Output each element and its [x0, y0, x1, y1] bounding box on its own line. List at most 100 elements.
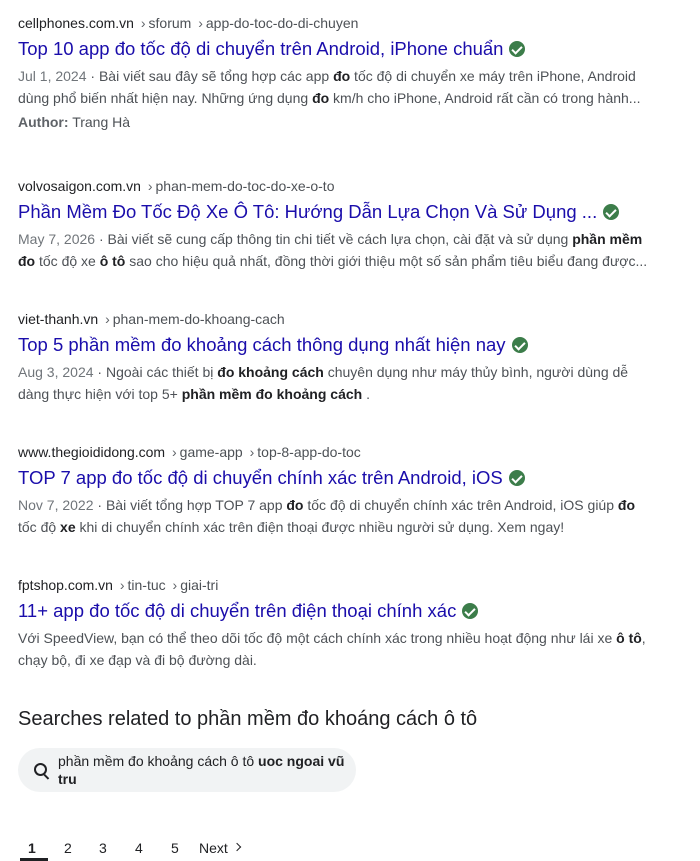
next-page-link[interactable]: Next: [199, 840, 228, 856]
snippet-line: Jul 1, 2024 · Bài viết sau đây sẽ tổng h…: [18, 65, 688, 87]
snippet-text-run: tốc độ di chuyển xe máy trên iPhone, And…: [350, 68, 636, 84]
result-snippet: Với SpeedView, bạn có thể theo dõi tốc đ…: [18, 627, 688, 671]
snippet-text-run: Bài viết tổng hợp TOP 7 app: [105, 497, 287, 513]
breadcrumb-separator: ›: [119, 577, 125, 593]
result-snippet: Jul 1, 2024 · Bài viết sau đây sẽ tổng h…: [18, 65, 688, 109]
breadcrumb-separator: ›: [172, 577, 178, 593]
result-domain: fptshop.com.vn: [18, 577, 113, 593]
result-breadcrumb[interactable]: volvosaigon.com.vn › phan-mem-do-toc-do-x…: [18, 177, 690, 195]
author-label: Author:: [18, 114, 69, 130]
result-breadcrumb[interactable]: viet-thanh.vn › phan-mem-do-khoang-cach: [18, 310, 690, 328]
related-search-text: phần mềm đo khoảng cách ô tô uoc ngoai v…: [58, 752, 348, 788]
result-snippet: Aug 3, 2024 · Ngoài các thiết bị đo khoả…: [18, 361, 688, 405]
result-snippet: May 7, 2026 · Bài viết sẽ cung cấp thông…: [18, 228, 688, 272]
snippet-text: Bài viết sau đây sẽ tổng hợp các app đo …: [99, 68, 636, 84]
snippet-highlight: phần mềm: [572, 231, 643, 247]
snippet-line: Aug 3, 2024 · Ngoài các thiết bị đo khoả…: [18, 361, 688, 383]
result-title-link[interactable]: 11+ app đo tốc độ di chuyển trên điện th…: [18, 599, 690, 623]
snippet-text-run: Bài viết sẽ cung cấp thông tin chi tiết …: [107, 231, 573, 247]
breadcrumb-separator: ›: [198, 15, 203, 31]
result-path-segment: sforum: [148, 15, 192, 31]
result-breadcrumb[interactable]: fptshop.com.vn › tin-tuc › giai-tri: [18, 576, 690, 594]
date-separator: ·: [93, 497, 106, 513]
related-search-chip[interactable]: phần mềm đo khoảng cách ô tô uoc ngoai v…: [18, 748, 356, 792]
result-breadcrumb[interactable]: www.thegioididong.com › game-app › top-8-a…: [18, 443, 690, 461]
result-title: Phần Mềm Đo Tốc Độ Xe Ô Tô: Hướng Dẫn Lự…: [18, 201, 598, 222]
snippet-highlight: đo: [617, 497, 636, 513]
result-title: 11+ app đo tốc độ di chuyển trên điện th…: [18, 600, 457, 621]
snippet-text-run: Với SpeedView, bạn có thể theo dõi tốc đ…: [18, 630, 617, 646]
snippet-highlight: phần mềm đo khoảng cách: [181, 386, 363, 402]
result-path-segment: giai-tri: [180, 577, 219, 593]
result-domain: cellphones.com.vn: [18, 15, 134, 31]
chevron-right-icon: [232, 842, 242, 852]
snippet-text-run: sao cho hiệu quả nhất, đồng thời giới th…: [125, 253, 648, 269]
result-title-link[interactable]: Top 10 app đo tốc độ di chuyển trên Andr…: [18, 37, 690, 61]
date-separator: ·: [86, 68, 99, 84]
snippet-line: dùng phổ biến nhất hiện nay. Những ứng d…: [18, 87, 688, 109]
breadcrumb-separator: ›: [171, 444, 177, 460]
author-name: Trang Hà: [72, 114, 131, 130]
verified-check-icon: [511, 337, 528, 353]
result-path-segment: game-app: [179, 444, 243, 460]
snippet-highlight: đo: [312, 90, 330, 106]
snippet-text-run: chạy bộ, đi xe đạp và đi bộ đường dài.: [18, 652, 257, 668]
result-title-link[interactable]: TOP 7 app đo tốc độ di chuyển chính xác …: [18, 466, 690, 490]
result-path-segment: phan-mem-do-khoang-cach: [112, 311, 285, 327]
verified-check-icon: [509, 41, 526, 57]
result-path-segment: top-8-app-do-toc: [257, 444, 361, 460]
snippet-line: tốc độ xe khi di chuyển chính xác trên đ…: [18, 516, 688, 538]
snippet-highlight: ô tô: [99, 253, 126, 269]
verified-check-icon: [462, 603, 479, 619]
chip-text-normal: phần mềm đo khoảng cách ô tô: [58, 753, 259, 769]
snippet-line: đo tốc độ xe ô tô sao cho hiệu quả nhất,…: [18, 250, 688, 272]
snippet-highlight: đo: [286, 497, 304, 513]
snippet-highlight: ô tô: [616, 630, 642, 646]
result-date: Jul 1, 2024: [18, 68, 87, 84]
snippet-line: Nov 7, 2022 · Bài viết tổng hợp TOP 7 ap…: [18, 494, 688, 516]
result-title-link[interactable]: Phần Mềm Đo Tốc Độ Xe Ô Tô: Hướng Dẫn Lự…: [18, 200, 690, 224]
result-date: Aug 3, 2024: [18, 364, 94, 380]
search-result: cellphones.com.vn › sforum › app-do-toc-do…: [18, 14, 690, 133]
result-title: TOP 7 app đo tốc độ di chuyển chính xác …: [18, 467, 503, 488]
snippet-text-run: ,: [641, 630, 646, 646]
result-domain: volvosaigon.com.vn: [18, 178, 141, 194]
related-searches-heading: Searches related to phần mềm đo khoáng c…: [18, 708, 478, 730]
snippet-text: Bài viết tổng hợp TOP 7 app đo tốc độ di…: [106, 497, 635, 513]
result-breadcrumb[interactable]: cellphones.com.vn › sforum › app-do-toc-do…: [18, 14, 690, 32]
result-title-link[interactable]: Top 5 phần mềm đo khoảng cách thông dụng…: [18, 333, 690, 357]
search-icon: [34, 763, 47, 776]
page-link[interactable]: 3: [99, 840, 107, 856]
search-result: viet-thanh.vn › phan-mem-do-khoang-cach T…: [18, 310, 690, 405]
page-link[interactable]: 4: [135, 840, 143, 856]
search-result: www.thegioididong.com › game-app › top-8-a…: [18, 443, 690, 538]
page-link[interactable]: 5: [171, 840, 179, 856]
snippet-line: chạy bộ, đi xe đạp và đi bộ đường dài.: [18, 649, 688, 671]
snippet-line: May 7, 2026 · Bài viết sẽ cung cấp thông…: [18, 228, 688, 250]
result-date: Nov 7, 2022: [18, 497, 94, 513]
breadcrumb-separator: ›: [105, 311, 110, 327]
snippet-text-run: .: [362, 386, 370, 402]
breadcrumb-separator: ›: [249, 444, 255, 460]
snippet-text-run: dàng thực hiện với top 5+: [18, 386, 182, 402]
snippet-text-run: Bài viết sau đây sẽ tổng hợp các app: [98, 68, 334, 84]
snippet-text-run: tốc độ xe: [35, 253, 100, 269]
snippet-line: Với SpeedView, bạn có thể theo dõi tốc đ…: [18, 627, 688, 649]
result-path-segment: app-do-toc-do-di-chuyen: [205, 15, 359, 31]
snippet-highlight: đo: [333, 68, 351, 84]
page-link-current[interactable]: 1: [28, 840, 36, 856]
snippet-text: Bài viết sẽ cung cấp thông tin chi tiết …: [108, 231, 643, 247]
result-author: Author: Trang Hà: [18, 111, 690, 133]
snippet-line: dàng thực hiện với top 5+ phần mềm đo kh…: [18, 383, 688, 405]
snippet-text-run: Ngoài các thiết bị: [105, 364, 218, 380]
breadcrumb-separator: ›: [140, 15, 146, 31]
result-domain: www.thegioididong.com: [18, 444, 166, 460]
breadcrumb-separator: ›: [147, 178, 153, 194]
snippet-text-run: chuyên dụng như máy thủy bình, người dùn…: [323, 364, 629, 380]
page-link[interactable]: 2: [64, 840, 72, 856]
result-domain: viet-thanh.vn: [18, 311, 99, 327]
snippet-highlight: đo: [18, 253, 36, 269]
verified-check-icon: [603, 204, 620, 220]
snippet-text-run: km/h cho iPhone, Android rất cần có tron…: [329, 90, 641, 106]
result-path-segment: phan-mem-do-toc-do-xe-o-to: [155, 178, 335, 194]
